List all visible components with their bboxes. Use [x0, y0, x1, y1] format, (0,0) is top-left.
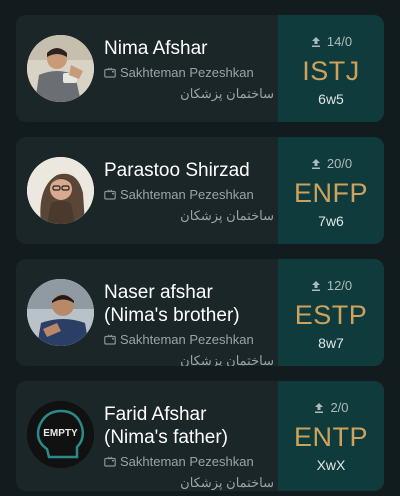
vote-count: 14/0 — [278, 34, 384, 50]
show-name-en: Sakhteman Pezeshkan — [120, 332, 254, 347]
personality-panel: 12/0 ESTP 8w7 — [278, 259, 384, 366]
character-name-line: (Nima's brother) — [104, 305, 240, 326]
show-name-fa: ساختمان پزشکان — [180, 208, 274, 223]
character-card[interactable]: Naser afshar (Nima's brother) Sakhteman … — [16, 259, 384, 366]
enneagram-type: 6w5 — [318, 91, 344, 107]
personality-panel: 14/0 ISTJ 6w5 — [278, 15, 384, 122]
show-name: Sakhteman Pezeshkan — [104, 331, 274, 348]
show-name: Sakhteman Pezeshkan — [104, 453, 274, 470]
show-name-fa: ساختمان پزشکان — [180, 475, 274, 490]
character-card[interactable]: Nima Afshar Sakhteman Pezeshkan ساختمان … — [16, 15, 384, 122]
tv-icon — [104, 67, 116, 79]
character-name[interactable]: Farid Afshar (Nima's father) — [104, 403, 274, 449]
vote-count: 12/0 — [278, 278, 384, 294]
character-card[interactable]: EMPTY Farid Afshar (Nima's father) Sakht… — [16, 381, 384, 491]
character-name-line: Farid Afshar — [104, 404, 207, 425]
character-name[interactable]: Naser afshar (Nima's brother) — [104, 281, 274, 327]
avatar: EMPTY — [27, 401, 94, 468]
avatar-photo — [27, 157, 94, 224]
show-name: Sakhteman Pezeshkan — [104, 64, 274, 81]
character-name-line: (Nima's father) — [104, 427, 228, 448]
show-name-en: Sakhteman Pezeshkan — [120, 454, 254, 469]
mbti-type: ISTJ — [302, 56, 360, 86]
vote-count-value: 20/0 — [326, 156, 353, 171]
vote-icon — [313, 402, 325, 414]
vote-count-value: 2/0 — [330, 400, 349, 415]
character-info: Farid Afshar (Nima's father) Sakhteman P… — [104, 403, 274, 491]
show-name: Sakhteman Pezeshkan — [104, 186, 274, 203]
character-list: Nima Afshar Sakhteman Pezeshkan ساختمان … — [16, 15, 384, 496]
show-name-en: Sakhteman Pezeshkan — [120, 65, 254, 80]
vote-count-value: 14/0 — [326, 34, 353, 49]
character-name-line: Parastoo Shirzad — [104, 160, 250, 181]
show-name-fa: ساختمان پزشکان — [180, 86, 274, 101]
show-name-fa: ساختمان پزشکان — [180, 353, 274, 366]
mbti-type: ENFP — [293, 178, 368, 208]
avatar — [27, 35, 94, 102]
character-name-line: Nima Afshar — [104, 38, 208, 59]
tv-icon — [104, 334, 116, 346]
character-info: Nima Afshar Sakhteman Pezeshkan ساختمان … — [104, 37, 274, 102]
avatar-photo — [27, 35, 94, 102]
character-info: Parastoo Shirzad Sakhteman Pezeshkan ساخ… — [104, 159, 274, 224]
character-name-line: Naser afshar — [104, 282, 213, 303]
vote-icon — [310, 36, 322, 48]
avatar — [27, 279, 94, 346]
tv-icon — [104, 456, 116, 468]
character-name[interactable]: Nima Afshar — [104, 37, 274, 60]
empty-avatar-label: EMPTY — [43, 428, 78, 439]
avatar-photo — [27, 279, 94, 346]
enneagram-type: 7w6 — [318, 213, 344, 229]
empty-avatar-icon: EMPTY — [27, 401, 94, 468]
vote-icon — [310, 280, 322, 292]
mbti-type: ENTP — [293, 422, 368, 452]
personality-panel: 2/0 ENTP XwX — [278, 381, 384, 491]
tv-icon — [104, 189, 116, 201]
vote-count: 2/0 — [278, 400, 384, 416]
character-name[interactable]: Parastoo Shirzad — [104, 159, 274, 182]
vote-count-value: 12/0 — [326, 278, 353, 293]
character-card[interactable]: Parastoo Shirzad Sakhteman Pezeshkan ساخ… — [16, 137, 384, 244]
enneagram-type: 8w7 — [318, 335, 344, 351]
avatar — [27, 157, 94, 224]
personality-panel: 20/0 ENFP 7w6 — [278, 137, 384, 244]
mbti-type: ESTP — [294, 300, 368, 330]
character-info: Naser afshar (Nima's brother) Sakhteman … — [104, 281, 274, 366]
show-name-en: Sakhteman Pezeshkan — [120, 187, 254, 202]
vote-count: 20/0 — [278, 156, 384, 172]
enneagram-type: XwX — [316, 457, 346, 473]
vote-icon — [310, 158, 322, 170]
